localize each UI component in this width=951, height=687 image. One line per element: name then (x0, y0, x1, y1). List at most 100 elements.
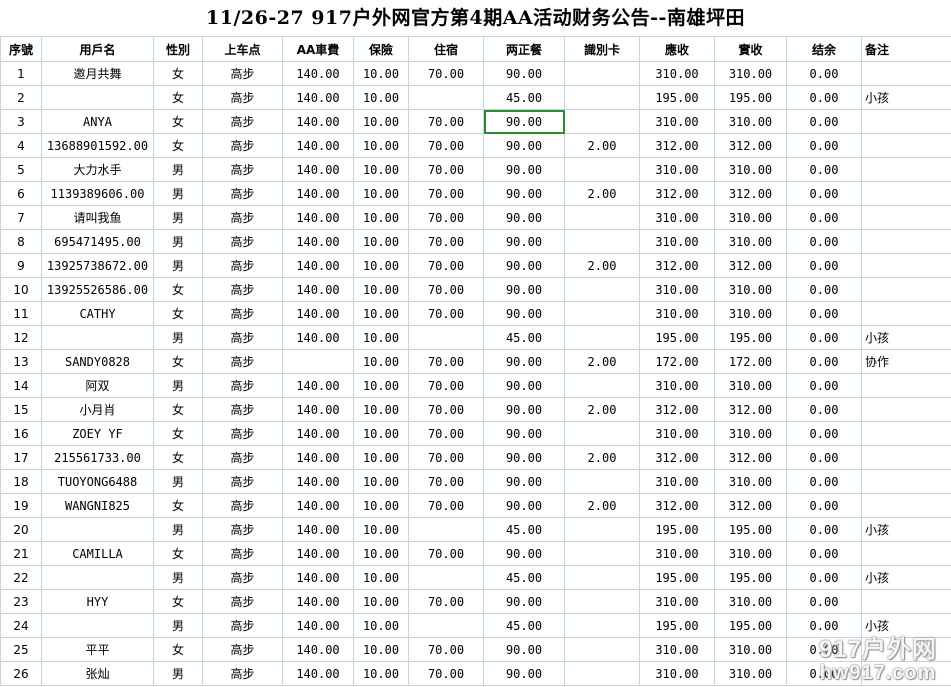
cell-id-card[interactable]: 2.00 (564, 181, 640, 206)
cell-aa-fare[interactable]: 140.00 (282, 637, 354, 662)
cell-pickup[interactable]: 高步 (202, 277, 283, 302)
cell-username[interactable]: CATHY (41, 301, 154, 326)
cell-insurance[interactable]: 10.00 (353, 517, 409, 542)
cell-gender[interactable]: 女 (153, 493, 203, 518)
cell-lodging[interactable]: 70.00 (408, 373, 484, 398)
cell-pickup[interactable]: 高步 (202, 565, 283, 590)
cell-note[interactable] (861, 469, 951, 494)
cell-id-card[interactable] (564, 565, 640, 590)
cell-lodging[interactable]: 70.00 (408, 205, 484, 230)
cell-gender[interactable]: 男 (153, 205, 203, 230)
cell-username[interactable]: 邀月共舞 (41, 61, 154, 86)
cell-aa-fare[interactable]: 140.00 (282, 181, 354, 206)
cell-aa-fare[interactable]: 140.00 (282, 493, 354, 518)
cell-note[interactable] (861, 373, 951, 398)
cell-receivable[interactable]: 310.00 (639, 301, 715, 326)
cell-note[interactable] (861, 541, 951, 566)
cell-insurance[interactable]: 10.00 (353, 181, 409, 206)
cell-gender[interactable]: 男 (153, 253, 203, 278)
cell-note[interactable] (861, 61, 951, 86)
cell-pickup[interactable]: 高步 (202, 205, 283, 230)
cell-lodging[interactable]: 70.00 (408, 349, 484, 374)
cell-aa-fare[interactable]: 140.00 (282, 445, 354, 470)
cell-note[interactable]: 小孩 (861, 613, 951, 638)
header-pickup[interactable]: 上车点 (202, 36, 283, 62)
cell-gender[interactable]: 女 (153, 133, 203, 158)
cell-received[interactable]: 310.00 (714, 229, 787, 254)
cell-balance[interactable]: 0.00 (786, 277, 862, 302)
cell-seq[interactable]: 17 (0, 445, 42, 470)
cell-seq[interactable]: 2 (0, 85, 42, 110)
cell-gender[interactable]: 男 (153, 517, 203, 542)
cell-lodging[interactable] (408, 565, 484, 590)
cell-insurance[interactable]: 10.00 (353, 421, 409, 446)
cell-receivable[interactable]: 195.00 (639, 613, 715, 638)
cell-note[interactable] (861, 445, 951, 470)
cell-balance[interactable]: 0.00 (786, 85, 862, 110)
cell-note[interactable]: 小孩 (861, 325, 951, 350)
cell-received[interactable]: 310.00 (714, 373, 787, 398)
cell-seq[interactable]: 22 (0, 565, 42, 590)
cell-lodging[interactable]: 70.00 (408, 181, 484, 206)
cell-username[interactable]: 13925738672.00 (41, 253, 154, 278)
cell-receivable[interactable]: 310.00 (639, 157, 715, 182)
cell-aa-fare[interactable]: 140.00 (282, 109, 354, 134)
cell-username[interactable]: 小月肖 (41, 397, 154, 422)
cell-received[interactable]: 195.00 (714, 85, 787, 110)
cell-id-card[interactable] (564, 613, 640, 638)
cell-gender[interactable]: 男 (153, 661, 203, 686)
cell-meals[interactable]: 45.00 (483, 613, 565, 638)
cell-username[interactable]: WANGNI825 (41, 493, 154, 518)
cell-seq[interactable]: 16 (0, 421, 42, 446)
cell-seq[interactable]: 23 (0, 589, 42, 614)
cell-pickup[interactable]: 高步 (202, 613, 283, 638)
cell-aa-fare[interactable]: 140.00 (282, 277, 354, 302)
cell-seq[interactable]: 4 (0, 133, 42, 158)
cell-aa-fare[interactable]: 140.00 (282, 541, 354, 566)
cell-id-card[interactable] (564, 229, 640, 254)
cell-gender[interactable]: 女 (153, 349, 203, 374)
cell-lodging[interactable]: 70.00 (408, 277, 484, 302)
cell-id-card[interactable] (564, 109, 640, 134)
cell-id-card[interactable]: 2.00 (564, 493, 640, 518)
cell-id-card[interactable]: 2.00 (564, 253, 640, 278)
cell-pickup[interactable]: 高步 (202, 517, 283, 542)
cell-pickup[interactable]: 高步 (202, 589, 283, 614)
header-balance[interactable]: 结余 (786, 36, 862, 62)
cell-username[interactable] (41, 565, 154, 590)
cell-note[interactable] (861, 661, 951, 686)
cell-aa-fare[interactable]: 140.00 (282, 133, 354, 158)
cell-meals[interactable]: 90.00 (483, 181, 565, 206)
cell-receivable[interactable]: 310.00 (639, 205, 715, 230)
cell-gender[interactable]: 女 (153, 445, 203, 470)
cell-note[interactable] (861, 181, 951, 206)
cell-username[interactable]: ZOEY YF (41, 421, 154, 446)
cell-id-card[interactable] (564, 277, 640, 302)
cell-seq[interactable]: 1 (0, 61, 42, 86)
cell-id-card[interactable] (564, 661, 640, 686)
header-insurance[interactable]: 保險 (353, 36, 409, 62)
cell-meals[interactable]: 90.00 (483, 589, 565, 614)
cell-received[interactable]: 310.00 (714, 301, 787, 326)
cell-received[interactable]: 310.00 (714, 109, 787, 134)
cell-pickup[interactable]: 高步 (202, 61, 283, 86)
cell-seq[interactable]: 15 (0, 397, 42, 422)
cell-username[interactable]: ANYA (41, 109, 154, 134)
cell-seq[interactable]: 11 (0, 301, 42, 326)
cell-received[interactable]: 310.00 (714, 421, 787, 446)
cell-id-card[interactable]: 2.00 (564, 133, 640, 158)
header-aa-fare[interactable]: AA車費 (282, 36, 354, 62)
cell-insurance[interactable]: 10.00 (353, 445, 409, 470)
cell-pickup[interactable]: 高步 (202, 445, 283, 470)
cell-aa-fare[interactable]: 140.00 (282, 61, 354, 86)
cell-gender[interactable]: 男 (153, 181, 203, 206)
cell-pickup[interactable]: 高步 (202, 301, 283, 326)
cell-username[interactable]: TUOYONG6488 (41, 469, 154, 494)
cell-id-card[interactable] (564, 421, 640, 446)
cell-gender[interactable]: 男 (153, 565, 203, 590)
cell-received[interactable]: 310.00 (714, 205, 787, 230)
cell-received[interactable]: 195.00 (714, 565, 787, 590)
cell-id-card[interactable] (564, 157, 640, 182)
cell-balance[interactable]: 0.00 (786, 589, 862, 614)
cell-meals[interactable]: 45.00 (483, 565, 565, 590)
